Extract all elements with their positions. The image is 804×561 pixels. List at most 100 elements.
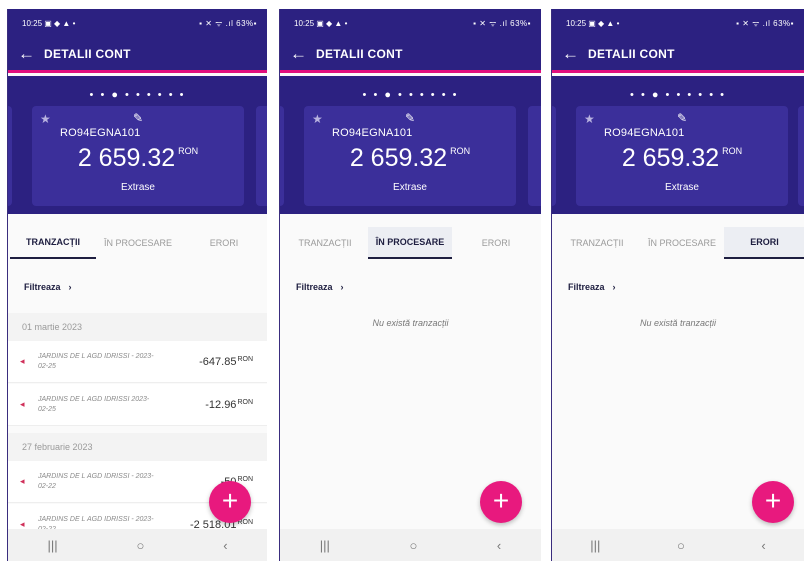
balance-currency: RON	[178, 146, 199, 156]
account-carousel[interactable]: • • ● • • • • • • ★ ✎ RO94EGNA101 2 659.…	[8, 76, 267, 214]
battery-level: 63%▪	[236, 18, 257, 28]
status-bar: 10:25 ▣ ◆ ▲ • ▪ ✕ ᯤ .ıl 63%▪	[8, 9, 267, 37]
add-fab-button[interactable]: +	[480, 481, 522, 523]
tab-transactions[interactable]: TRANZACȚII	[282, 227, 368, 259]
arrow-left-icon: ◂	[20, 399, 25, 409]
statements-link[interactable]: Extrase	[576, 182, 788, 193]
filter-label: Filtreaza	[296, 282, 333, 292]
account-iban: RO94EGNA101	[332, 127, 413, 139]
tab-errors[interactable]: ERORI	[180, 227, 267, 259]
star-icon[interactable]: ★	[584, 112, 595, 126]
chevron-right-icon: ›	[340, 282, 344, 292]
page-title: DETALII CONT	[588, 46, 675, 61]
filter-button[interactable]: Filtreaza ›	[296, 282, 344, 292]
account-balance: 2 659.32 RON	[32, 144, 244, 173]
recent-apps-button[interactable]: |||	[590, 538, 600, 553]
amount-currency: RON	[237, 356, 253, 363]
amount-currency: RON	[237, 399, 253, 406]
account-card[interactable]: ★ ✎ RO94EGNA101 2 659.32 RON Extrase	[576, 106, 788, 206]
back-button[interactable]: ‹	[497, 538, 501, 553]
carousel-dots: • • ● • • • • • •	[89, 89, 186, 101]
app-bar: ← DETALII CONT	[552, 37, 804, 73]
account-iban: RO94EGNA101	[60, 127, 141, 139]
add-fab-button[interactable]: +	[752, 481, 794, 523]
account-balance: 2 659.32 RON	[304, 144, 516, 173]
status-time: 10:25	[294, 18, 315, 28]
empty-state-message: Nu există tranzacții	[639, 318, 717, 328]
account-carousel[interactable]: • • ● • • • • • • ★ ✎ RO94EGNA101 2 659.…	[552, 76, 804, 214]
statements-link[interactable]: Extrase	[304, 182, 516, 193]
status-left-icons: ▣ ◆ ▲ •	[316, 18, 348, 28]
account-carousel[interactable]: • • ● • • • • • • ★ ✎ RO94EGNA101 2 659.…	[280, 76, 541, 214]
star-icon[interactable]: ★	[312, 112, 323, 126]
recent-apps-button[interactable]: |||	[47, 538, 57, 553]
status-time: 10:25	[22, 18, 43, 28]
transaction-row[interactable]: ◂ JARDINS DE L AGD IDRISSI - 2023-02-25 …	[8, 341, 267, 383]
transaction-description: JARDINS DE L AGD IDRISSI - 2023-02-25	[38, 353, 154, 370]
account-balance: 2 659.32 RON	[576, 144, 788, 173]
tab-bar: TRANZACȚII ÎN PROCESARE ERORI	[8, 227, 267, 259]
date-separator: 27 februarie 2023	[8, 433, 267, 461]
status-bar: 10:25 ▣ ◆ ▲ • ▪ ✕ ᯤ .ıl 63%▪	[280, 9, 541, 37]
tab-errors[interactable]: ERORI	[452, 227, 540, 259]
next-account-card[interactable]	[798, 106, 804, 206]
tab-transactions[interactable]: TRANZACȚII	[554, 227, 640, 259]
app-bar: ← DETALII CONT	[280, 37, 541, 73]
tab-in-processing[interactable]: ÎN PROCESARE	[368, 227, 452, 259]
recent-apps-button[interactable]: |||	[320, 538, 330, 553]
status-right-icons: ▪ ✕ ᯤ .ıl	[736, 18, 771, 28]
star-icon[interactable]: ★	[40, 112, 51, 126]
date-separator: 01 martie 2023	[8, 313, 267, 341]
previous-account-card[interactable]	[8, 106, 12, 206]
amount-value: -12.96	[205, 399, 237, 411]
transaction-row[interactable]: ◂ JARDINS DE L AGD IDRISSI 2023-02-25 -1…	[8, 384, 267, 426]
arrow-left-icon[interactable]: ←	[18, 45, 44, 62]
previous-account-card[interactable]	[552, 106, 556, 206]
account-card[interactable]: ★ ✎ RO94EGNA101 2 659.32 RON Extrase	[304, 106, 516, 206]
home-button[interactable]: ○	[136, 538, 144, 553]
tab-bar: TRANZACȚII ÎN PROCESARE ERORI	[552, 227, 804, 259]
next-account-card[interactable]	[256, 106, 267, 206]
home-button[interactable]: ○	[677, 538, 685, 553]
home-button[interactable]: ○	[409, 538, 417, 553]
filter-label: Filtreaza	[568, 282, 605, 292]
filter-button[interactable]: Filtreaza ›	[568, 282, 616, 292]
back-button[interactable]: ‹	[761, 538, 765, 553]
balance-currency: RON	[722, 146, 743, 156]
previous-account-card[interactable]	[280, 106, 284, 206]
account-card[interactable]: ★ ✎ RO94EGNA101 2 659.32 RON Extrase	[32, 106, 244, 206]
tab-in-processing[interactable]: ÎN PROCESARE	[96, 227, 180, 259]
status-right-icons: ▪ ✕ ᯤ .ıl	[199, 18, 234, 28]
balance-currency: RON	[450, 146, 471, 156]
status-left-icons: ▣ ◆ ▲ •	[588, 18, 620, 28]
add-fab-button[interactable]: +	[209, 481, 251, 523]
tab-in-processing[interactable]: ÎN PROCESARE	[640, 227, 724, 259]
pencil-icon[interactable]: ✎	[405, 111, 415, 125]
tab-errors[interactable]: ERORI	[724, 227, 804, 259]
system-nav-bar: ||| ○ ‹	[552, 529, 804, 561]
pencil-icon[interactable]: ✎	[677, 111, 687, 125]
status-left-icons: ▣ ◆ ▲ •	[44, 18, 76, 28]
transaction-amount: -647.85RON	[199, 356, 253, 368]
amount-value: -647.85	[199, 356, 237, 368]
statements-link[interactable]: Extrase	[32, 182, 244, 193]
account-iban: RO94EGNA101	[604, 127, 685, 139]
phone-screen-errors: 10:25 ▣ ◆ ▲ • ▪ ✕ ᯤ .ıl 63%▪ ← DETALII C…	[551, 9, 804, 561]
pencil-icon[interactable]: ✎	[133, 111, 143, 125]
empty-state-message: Nu există tranzacții	[372, 318, 449, 328]
arrow-left-icon[interactable]: ←	[562, 45, 588, 62]
amount-currency: RON	[237, 476, 253, 483]
chevron-right-icon: ›	[68, 282, 72, 292]
phone-screen-in-processing: 10:25 ▣ ◆ ▲ • ▪ ✕ ᯤ .ıl 63%▪ ← DETALII C…	[279, 9, 541, 561]
filter-button[interactable]: Filtreaza ›	[24, 282, 72, 292]
status-time: 10:25	[566, 18, 587, 28]
system-nav-bar: ||| ○ ‹	[280, 529, 541, 561]
app-bar: ← DETALII CONT	[8, 37, 267, 73]
arrow-left-icon[interactable]: ←	[290, 45, 316, 62]
next-account-card[interactable]	[528, 106, 541, 206]
page-title: DETALII CONT	[44, 46, 131, 61]
transaction-description: JARDINS DE L AGD IDRISSI - 2023-02-22	[38, 473, 154, 490]
carousel-dots: • • ● • • • • • •	[630, 89, 726, 101]
back-button[interactable]: ‹	[223, 538, 227, 553]
tab-transactions[interactable]: TRANZACȚII	[10, 227, 96, 259]
